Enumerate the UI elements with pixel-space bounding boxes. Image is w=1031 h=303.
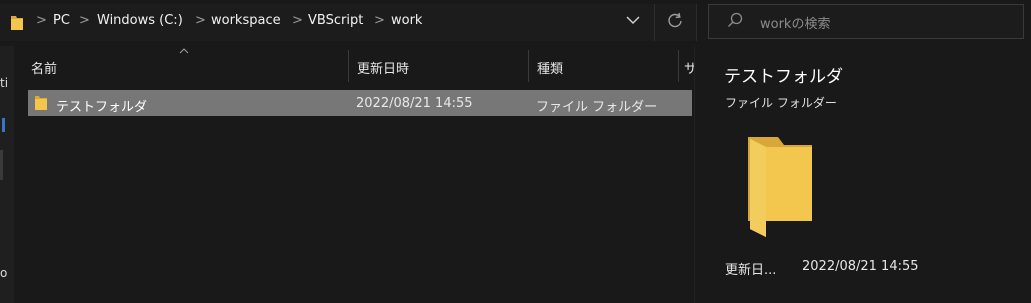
search-placeholder: workの検索 <box>760 17 831 32</box>
details-property-label: 更新日... <box>725 263 777 278</box>
nav-marker <box>2 118 5 132</box>
breadcrumb-pc[interactable]: PC <box>53 13 70 28</box>
sort-ascending-icon <box>179 48 189 54</box>
file-name[interactable]: テストフォルダ <box>56 96 147 115</box>
folder-icon <box>748 137 812 237</box>
column-header-type[interactable]: 種類 <box>537 58 563 77</box>
breadcrumb-separator: > <box>292 13 303 28</box>
breadcrumb-separator: > <box>36 13 47 28</box>
breadcrumb-workspace[interactable]: workspace <box>211 13 281 28</box>
breadcrumb-vbscript[interactable]: VBScript <box>308 13 363 28</box>
breadcrumb-work[interactable]: work <box>391 13 422 28</box>
column-divider[interactable] <box>528 50 529 82</box>
details-subtitle: ファイル フォルダー <box>725 96 837 110</box>
details-title: テストフォルダ <box>724 67 843 87</box>
breadcrumb-windows-c[interactable]: Windows (C:) <box>97 13 183 28</box>
nav-partial-text: o <box>0 266 8 280</box>
column-divider[interactable] <box>678 50 679 82</box>
column-header-name[interactable]: 名前 <box>31 58 57 77</box>
refresh-icon[interactable] <box>666 12 684 30</box>
file-type: ファイル フォルダー <box>536 100 658 115</box>
column-divider[interactable] <box>348 50 349 82</box>
search-icon <box>728 12 743 27</box>
folder-icon <box>35 96 47 110</box>
chevron-down-icon[interactable] <box>626 16 640 25</box>
nav-scrollbar[interactable] <box>0 150 3 180</box>
file-modified: 2022/08/21 14:55 <box>356 96 473 111</box>
breadcrumb-separator: > <box>195 13 206 28</box>
divider <box>654 4 655 41</box>
search-input[interactable] <box>708 4 1024 39</box>
column-header-row <box>14 50 692 82</box>
nav-partial-text: ti <box>0 76 9 90</box>
details-property-value: 2022/08/21 14:55 <box>802 259 919 274</box>
breadcrumb-separator: > <box>374 13 385 28</box>
breadcrumb-separator: > <box>79 13 90 28</box>
folder-icon <box>11 16 23 30</box>
column-header-modified[interactable]: 更新日時 <box>357 58 409 77</box>
